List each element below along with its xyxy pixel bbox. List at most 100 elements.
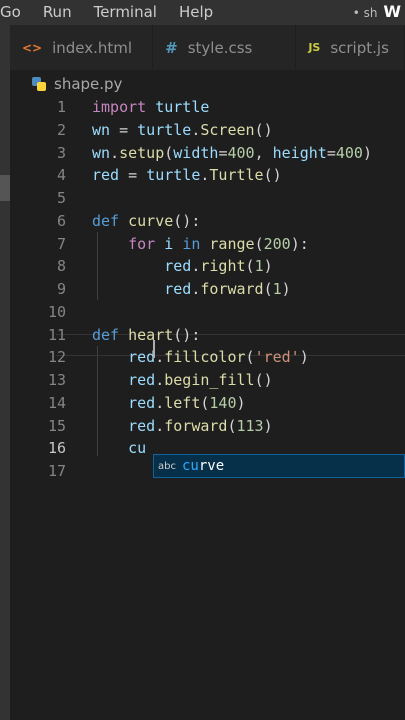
code-token: cu [128,439,147,458]
code-token: = [119,166,147,185]
code-token: i [164,234,174,253]
code-line[interactable]: 12 red.fillcolor('red') [10,346,405,369]
code-token: range [209,234,255,253]
code-token: ) [263,257,273,276]
suggestion-rest: rve [198,458,225,474]
code-token: . [110,143,120,162]
window-title-fragment: • sh W [353,2,401,21]
tab-label: index.html [52,38,133,57]
code-line[interactable]: 13 red.begin_fill() [10,369,405,392]
code-token: ) [263,416,273,435]
code-token: red [92,166,120,185]
code-token: turtle [137,120,192,139]
code-token: ( [227,416,237,435]
title-text: sh [363,6,378,20]
code-text: red.left(140) [92,392,246,415]
code-text: import turtle [92,96,209,119]
line-number: 3 [56,143,66,162]
code-line[interactable]: 14 red.left(140) [10,392,405,415]
code-text: def heart(): [92,324,200,347]
code-token: wn [92,120,111,139]
tab-script-js[interactable]: JS script.js [296,25,405,70]
code-token: 400 [227,143,255,162]
code-token: Turtle [209,166,264,185]
code-token: 400 [335,143,363,162]
code-token: def [92,325,120,344]
file-breadcrumb[interactable]: shape.py [10,70,405,98]
code-token: for [128,234,156,253]
code-line[interactable]: 7 for i in range(200): [10,233,405,256]
code-token: . [155,416,165,435]
line-number: 16 [47,439,66,458]
tab-label: script.js [330,38,389,57]
code-line[interactable]: 6 def curve(): [10,210,405,233]
code-text: for i in range(200): [92,233,309,256]
code-token: right [200,257,246,276]
code-text: cu [92,437,146,460]
code-line[interactable]: 1 import turtle [10,96,405,119]
tab-bar: <> index.html # style.css JS script.js [10,25,405,70]
code-token: left [164,393,201,412]
line-number: 12 [47,348,66,367]
activity-bar-active-marker[interactable] [0,175,10,201]
line-number: 11 [47,325,66,344]
line-number: 15 [47,416,66,435]
code-token: (): [173,211,201,230]
code-token: 200 [263,234,291,253]
line-number: 14 [47,393,66,412]
code-text: red.begin_fill() [92,369,273,392]
menu-help[interactable]: Help [168,0,224,25]
code-line[interactable]: 10 [10,301,405,324]
line-number: 13 [47,371,66,389]
code-token: ): [290,234,309,253]
line-number: 6 [56,211,66,230]
code-text: def curve(): [92,210,200,233]
code-token: width [173,143,219,162]
code-token: () [263,166,282,185]
code-token: (): [173,325,201,344]
code-line[interactable]: 4 red = turtle.Turtle() [10,164,405,187]
code-text: red.right(1) [92,255,273,278]
code-token: ( [263,280,273,298]
code-line[interactable]: 8 red.right(1) [10,255,405,278]
code-editor[interactable]: 1 import turtle 2 wn = turtle.Screen() 3 wn.s… [10,96,405,486]
code-token: import [92,98,147,116]
tab-index-html[interactable]: <> index.html [10,25,154,70]
suggestion-match: cu [181,458,199,474]
code-token: ) [236,393,246,412]
code-token: . [155,348,165,367]
code-token: ) [299,348,309,367]
code-line[interactable]: 2 wn = turtle.Screen() [10,119,405,142]
menu-go[interactable]: Go [0,0,32,25]
code-token: begin_fill [164,371,255,389]
menu-terminal[interactable]: Terminal [83,0,168,25]
unsaved-dot: • [352,6,360,20]
code-token: = [110,120,138,139]
code-line[interactable]: 9 red.forward(1) [10,278,405,301]
code-token: 1 [254,257,264,276]
code-token: forward [200,280,264,298]
code-token: fillcolor [164,348,246,367]
code-token: ( [245,257,255,276]
menu-run[interactable]: Run [32,0,83,25]
code-token: forward [164,416,228,435]
code-token: , [254,143,273,162]
code-line[interactable]: 11 def heart(): [10,324,405,347]
suggestion-label: curve [182,458,224,474]
css-file-icon: # [165,38,178,57]
autocomplete-suggestion[interactable]: abc curve [153,454,405,478]
line-number: 8 [56,257,66,276]
code-token: 140 [209,393,237,412]
code-token: 'red' [254,348,300,367]
code-token: = [326,143,336,162]
code-line[interactable]: 15 red.forward(113) [10,415,405,438]
code-text: wn = turtle.Screen() [92,119,273,142]
code-line[interactable]: 3 wn.setup(width=400, height=400) [10,142,405,165]
code-line[interactable]: 5 [10,187,405,210]
tab-style-css[interactable]: # style.css [153,25,297,70]
